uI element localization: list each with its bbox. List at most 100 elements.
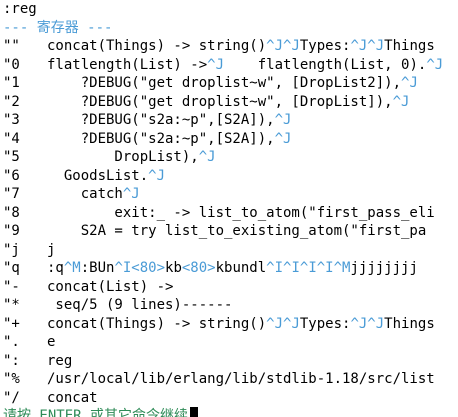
text-segment: kbundl (215, 260, 267, 276)
register-name: ". (3, 334, 20, 350)
control-char-segment: ^J (392, 93, 410, 110)
register-name: "% (3, 371, 20, 387)
register-name: "q (3, 260, 20, 276)
register-row: "+ concat(Things) -> string()^J^JTypes:^J… (3, 315, 458, 334)
register-row: "4 ?DEBUG("s2a:~p",[S2A]),^J (3, 130, 458, 149)
text-segment: Types: (299, 315, 351, 332)
register-content: ?DEBUG("s2a:~p",[S2A]),^J (47, 112, 292, 128)
register-content: GoodsList.^J (47, 168, 165, 184)
control-char-segment: ^J (122, 186, 140, 202)
register-row: "0 flatlength(List) ->^J flatlength(List,… (3, 56, 458, 75)
vim-terminal[interactable]: :reg --- 寄存器 --- "" concat(Things) -> str… (0, 0, 458, 417)
register-content: S2A = try list_to_existing_atom("first_p… (47, 223, 427, 239)
text-segment: jjjjjjjj (350, 260, 418, 276)
text-segment: /usr/local/lib/erlang/lib/stdlib-1.18/sr… (47, 371, 435, 387)
register-name: "0 (3, 56, 20, 73)
text-segment: exit:_ -> list_to_atom("first_pass_eli (47, 204, 435, 221)
continue-prompt-line: 请按 ENTER 或其它命令继续 (3, 407, 458, 417)
text-segment: :BUn (80, 260, 115, 276)
text-segment: Things (384, 315, 435, 332)
text-segment: ?DEBUG("get droplist~w", [DropList2]), (47, 75, 402, 91)
control-char-segment: ^I<80> (114, 260, 166, 276)
control-char-segment: ^J (274, 112, 292, 128)
register-row: "% /usr/local/lib/erlang/lib/stdlib-1.18/… (3, 370, 458, 389)
control-char-segment: ^M (63, 260, 81, 276)
register-row: "6 GoodsList.^J (3, 167, 458, 186)
register-name: "2 (3, 93, 20, 110)
control-char-segment: ^J (148, 167, 166, 184)
text-segment: concat(Things) -> string() (47, 315, 267, 332)
register-name: "4 (3, 130, 20, 147)
register-row: "7 catch^J (3, 185, 458, 204)
register-name: "+ (3, 315, 20, 332)
register-name: "* (3, 297, 20, 313)
register-content: catch^J (47, 186, 140, 202)
text-segment: :q (47, 260, 64, 276)
control-char-segment: ^J^J (266, 315, 300, 332)
register-content: concat (47, 390, 98, 406)
text-segment: GoodsList. (47, 167, 149, 184)
register-name: "" (3, 38, 20, 54)
register-content: :q^M:BUn^I<80>kb<80>kbundl^I^I^I^I^Mjjjj… (47, 260, 418, 276)
control-char-segment: ^J (426, 56, 444, 73)
text-segment: reg (47, 352, 73, 369)
continue-prompt: 请按 ENTER 或其它命令继续 (3, 408, 189, 417)
register-content: ?DEBUG("get droplist~w", [DropList2]),^J (47, 75, 418, 91)
text-segment: DropList), (47, 149, 199, 165)
register-name: "3 (3, 112, 20, 128)
register-content: DropList),^J (47, 149, 216, 165)
register-name: "j (3, 241, 20, 258)
register-row: "/ concat (3, 389, 458, 408)
text-segment: S2A = try list_to_existing_atom("first_p… (47, 223, 427, 239)
register-content: exit:_ -> list_to_atom("first_pass_eli (47, 204, 435, 221)
register-name: "/ (3, 389, 20, 406)
register-row: "5 DropList),^J (3, 148, 458, 167)
control-char-segment: ^J (198, 149, 216, 165)
text-segment: Things (384, 38, 435, 54)
text-segment: concat(Things) -> string() (47, 38, 267, 54)
register-row: "- concat(List) -> (3, 278, 458, 297)
register-name: ": (3, 352, 20, 369)
register-content: ?DEBUG("s2a:~p",[S2A]),^J (47, 130, 292, 147)
register-name: "7 (3, 186, 20, 202)
control-char-segment: ^I^I^I^I^M (266, 260, 351, 276)
register-content: concat(List) -> (47, 279, 173, 295)
register-list: "" concat(Things) -> string()^J^JTypes:^J… (3, 37, 458, 407)
text-segment: ?DEBUG("get droplist~w", [DropList]), (47, 93, 393, 110)
register-name: "- (3, 278, 20, 295)
control-char-segment: ^J (401, 75, 418, 91)
text-segment: concat (47, 389, 98, 406)
register-content: /usr/local/lib/erlang/lib/stdlib-1.18/sr… (47, 371, 435, 387)
register-row: "" concat(Things) -> string()^J^JTypes:^J… (3, 37, 458, 56)
control-char-segment: ^J (274, 130, 292, 147)
register-content: concat(Things) -> string()^J^JTypes:^J^J… (47, 38, 435, 54)
register-row: "q :q^M:BUn^I<80>kb<80>kbundl^I^I^I^I^Mjj… (3, 259, 458, 278)
register-row: ": reg (3, 352, 458, 371)
register-row: "8 exit:_ -> list_to_atom("first_pass_el… (3, 204, 458, 223)
text-segment: kb (165, 260, 182, 276)
register-row: "9 S2A = try list_to_existing_atom("firs… (3, 222, 458, 241)
register-content: j (47, 242, 55, 258)
command-line: :reg (3, 1, 37, 17)
control-char-segment: ^J^J (350, 38, 385, 54)
register-name: "8 (3, 204, 20, 221)
control-char-segment: <80> (181, 260, 216, 276)
control-char-segment: ^J^J (266, 38, 300, 54)
text-segment: flatlength(List) -> (47, 56, 208, 73)
text-cursor (190, 407, 199, 417)
register-content: e (47, 334, 55, 350)
register-name: "1 (3, 75, 20, 91)
register-name: "5 (3, 149, 20, 165)
register-content: ?DEBUG("get droplist~w", [DropList]),^J (47, 93, 410, 110)
register-row: "3 ?DEBUG("s2a:~p",[S2A]),^J (3, 111, 458, 130)
register-row: ". e (3, 333, 458, 352)
register-row: "* seq/5 (9 lines)------ (3, 296, 458, 315)
text-segment: flatlength(List, 0). (224, 56, 427, 73)
text-segment: ?DEBUG("s2a:~p",[S2A]), (47, 130, 275, 147)
control-char-segment: ^J (207, 56, 225, 73)
control-char-segment: ^J^J (350, 315, 385, 332)
text-segment: e (47, 334, 56, 350)
text-segment: Types: (299, 38, 351, 54)
text-segment: catch (47, 186, 123, 202)
text-segment: j (47, 241, 56, 258)
